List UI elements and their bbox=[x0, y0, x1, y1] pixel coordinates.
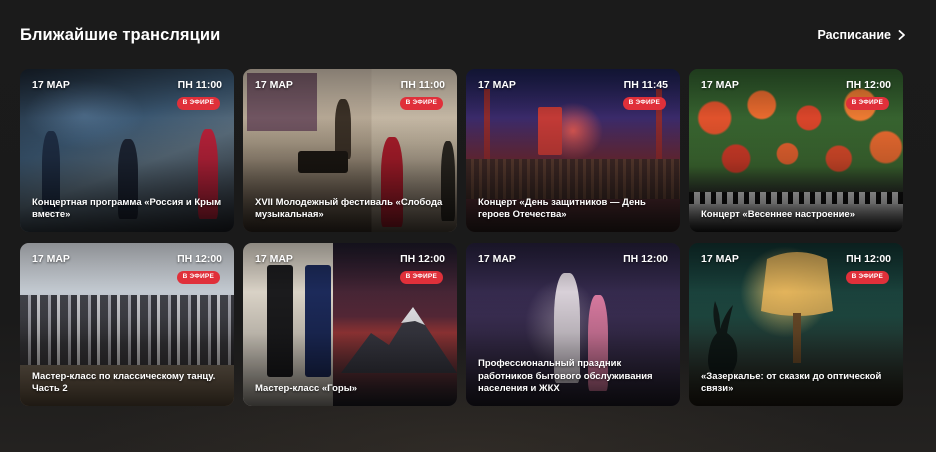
broadcast-card[interactable]: 17 МАР ПН 12:00 В ЭФИРЕ Концерт «Весенне… bbox=[689, 69, 903, 232]
card-time: ПН 11:00 bbox=[400, 79, 445, 91]
card-title: Мастер-класс «Горы» bbox=[255, 383, 358, 395]
schedule-link[interactable]: Расписание bbox=[817, 28, 906, 42]
card-time: ПН 11:00 bbox=[177, 79, 222, 91]
live-badge: В ЭФИРЕ bbox=[399, 97, 443, 110]
broadcast-card[interactable]: 17 МАР ПН 11:00 В ЭФИРЕ XVII Молодежный … bbox=[243, 69, 457, 232]
broadcast-card[interactable]: 17 МАР ПН 11:00 В ЭФИРЕ Концертная прогр… bbox=[20, 69, 234, 232]
broadcast-card[interactable]: 17 МАР ПН 12:00 В ЭФИРЕ «Зазеркалье: от … bbox=[689, 243, 903, 406]
card-title: Концертная программа «Россия и Крым вмес… bbox=[32, 196, 222, 221]
card-time: ПН 12:00 bbox=[400, 253, 445, 265]
card-date: 17 МАР bbox=[32, 79, 70, 91]
live-badge: В ЭФИРЕ bbox=[399, 271, 443, 284]
card-date: 17 МАР bbox=[255, 79, 293, 91]
card-time: ПН 11:45 bbox=[623, 79, 668, 91]
card-date: 17 МАР bbox=[255, 253, 293, 265]
live-badge: В ЭФИРЕ bbox=[845, 97, 889, 110]
live-badge: В ЭФИРЕ bbox=[176, 271, 220, 284]
broadcast-card[interactable]: 17 МАР ПН 11:45 В ЭФИРЕ Концерт «День за… bbox=[466, 69, 680, 232]
card-title: «Зазеркалье: от сказки до оптической свя… bbox=[701, 370, 882, 395]
card-date: 17 МАР bbox=[478, 79, 516, 91]
broadcast-card[interactable]: 17 МАР ПН 12:00 Профессиональный праздни… bbox=[466, 243, 680, 406]
card-title: Концерт «Весеннее настроение» bbox=[701, 209, 855, 221]
page-background: Ближайшие трансляции Расписание 17 МАР П… bbox=[0, 0, 936, 452]
card-date: 17 МАР bbox=[701, 253, 739, 265]
section-title: Ближайшие трансляции bbox=[20, 25, 221, 44]
card-title: XVII Молодежный фестиваль «Слобода музык… bbox=[255, 196, 443, 221]
card-date: 17 МАР bbox=[478, 253, 516, 265]
card-date: 17 МАР bbox=[701, 79, 739, 91]
broadcast-grid: 17 МАР ПН 11:00 В ЭФИРЕ Концертная прогр… bbox=[20, 69, 903, 406]
schedule-label: Расписание bbox=[817, 28, 891, 42]
broadcast-card[interactable]: 17 МАР ПН 12:00 В ЭФИРЕ Мастер-класс по … bbox=[20, 243, 234, 406]
section-header: Ближайшие трансляции Расписание bbox=[20, 24, 906, 46]
card-title: Концерт «День защитников — День героев О… bbox=[478, 196, 646, 221]
live-badge: В ЭФИРЕ bbox=[845, 271, 889, 284]
card-title: Мастер-класс по классическому танцу. Час… bbox=[32, 370, 216, 395]
card-time: ПН 12:00 bbox=[846, 79, 891, 91]
card-shade bbox=[243, 243, 457, 406]
live-badge: В ЭФИРЕ bbox=[622, 97, 666, 110]
card-time: ПН 12:00 bbox=[177, 253, 222, 265]
broadcast-card[interactable]: 17 МАР ПН 12:00 В ЭФИРЕ Мастер-класс «Го… bbox=[243, 243, 457, 406]
card-title: Профессиональный праздник работников быт… bbox=[478, 358, 653, 395]
card-time: ПН 12:00 bbox=[623, 253, 668, 265]
card-time: ПН 12:00 bbox=[846, 253, 891, 265]
card-date: 17 МАР bbox=[32, 253, 70, 265]
card-shade bbox=[689, 69, 903, 232]
chevron-right-icon bbox=[898, 30, 905, 40]
live-badge: В ЭФИРЕ bbox=[176, 97, 220, 110]
